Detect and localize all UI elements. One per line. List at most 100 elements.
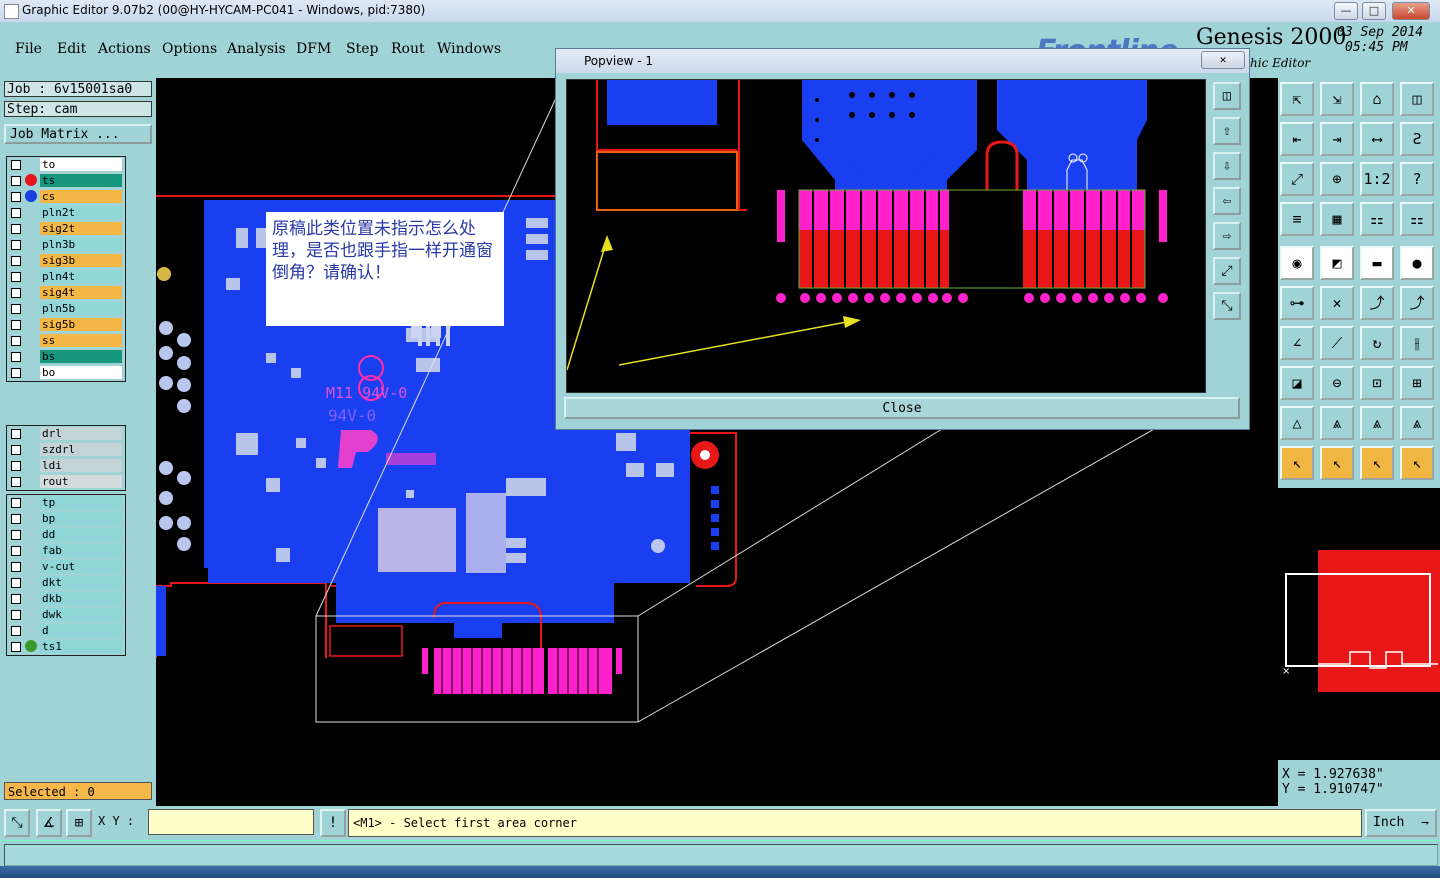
tool-4-0-icon[interactable]: ◉: [1280, 246, 1314, 280]
popview-zoom-icon[interactable]: ◫: [1213, 82, 1241, 110]
layer-checkbox[interactable]: [11, 514, 21, 524]
layer-name[interactable]: ts1: [40, 640, 122, 653]
popview-down-icon[interactable]: ⇩: [1213, 152, 1241, 180]
tool-3-0-icon[interactable]: ≡: [1280, 202, 1314, 236]
popview-zoom-out-icon[interactable]: ⤢: [1213, 257, 1241, 285]
measure-icon[interactable]: ∡: [36, 809, 62, 837]
layer-checkbox[interactable]: [11, 546, 21, 556]
tool-5-1-icon[interactable]: ✕: [1320, 286, 1354, 320]
layer-row-ts1[interactable]: ts1: [7, 639, 125, 655]
tool-2-2-icon[interactable]: 1:2: [1360, 162, 1394, 196]
tool-3-1-icon[interactable]: ▦: [1320, 202, 1354, 236]
layer-checkbox[interactable]: [11, 320, 21, 330]
overview-map[interactable]: ×: [1278, 488, 1440, 760]
popview-titlebar[interactable]: Popview - 1 ✕: [556, 49, 1249, 73]
alert-icon[interactable]: !: [320, 809, 346, 837]
tool-8-2-icon[interactable]: ⩓: [1360, 406, 1394, 440]
layer-name[interactable]: pln4t: [40, 270, 122, 283]
tool-6-2-icon[interactable]: ↻: [1360, 326, 1394, 360]
tool-5-3-icon[interactable]: ⤴: [1400, 286, 1434, 320]
menu-actions[interactable]: Actions: [98, 41, 151, 57]
layer-row-bp[interactable]: bp: [7, 511, 125, 527]
layer-checkbox[interactable]: [11, 562, 21, 572]
tool-1-3-icon[interactable]: Ƨ: [1400, 122, 1434, 156]
layer-name[interactable]: dwk: [40, 608, 122, 621]
tool-8-3-icon[interactable]: ⩓: [1400, 406, 1434, 440]
menu-dfm[interactable]: DFM: [296, 41, 331, 57]
layer-checkbox[interactable]: [11, 352, 21, 362]
layer-row-pln5b[interactable]: pln5b: [7, 301, 125, 317]
tool-0-2-icon[interactable]: ⌂: [1360, 82, 1394, 116]
tool-1-0-icon[interactable]: ⇤: [1280, 122, 1314, 156]
layer-name[interactable]: sig4t: [40, 286, 122, 299]
layer-row-fab[interactable]: fab: [7, 543, 125, 559]
layer-checkbox[interactable]: [11, 176, 21, 186]
tool-7-0-icon[interactable]: ◪: [1280, 366, 1314, 400]
tool-5-0-icon[interactable]: ⊶: [1280, 286, 1314, 320]
xy-input[interactable]: [148, 809, 314, 835]
tool-5-2-icon[interactable]: ⤴: [1360, 286, 1394, 320]
popview-left-icon[interactable]: ⇦: [1213, 187, 1241, 215]
layer-checkbox[interactable]: [11, 461, 21, 471]
tool-7-3-icon[interactable]: ⊞: [1400, 366, 1434, 400]
layer-checkbox[interactable]: [11, 272, 21, 282]
layer-name[interactable]: dkb: [40, 592, 122, 605]
menu-file[interactable]: File: [15, 41, 42, 57]
layer-row-sig2t[interactable]: sig2t: [7, 221, 125, 237]
layer-row-ldi[interactable]: ldi: [7, 458, 125, 474]
menu-rout[interactable]: Rout: [391, 41, 425, 57]
layer-checkbox[interactable]: [11, 160, 21, 170]
tool-3-2-icon[interactable]: ⚏: [1360, 202, 1394, 236]
layer-checkbox[interactable]: [11, 477, 21, 487]
layer-row-ss[interactable]: ss: [7, 333, 125, 349]
layer-row-bo[interactable]: bo: [7, 365, 125, 381]
layer-checkbox[interactable]: [11, 224, 21, 234]
tool-6-3-icon[interactable]: ⫲: [1400, 326, 1434, 360]
tool-0-1-icon[interactable]: ⇲: [1320, 82, 1354, 116]
layer-checkbox[interactable]: [11, 610, 21, 620]
job-matrix-button[interactable]: Job Matrix ...: [4, 124, 152, 144]
tool-1-2-icon[interactable]: ⟷: [1360, 122, 1394, 156]
units-select[interactable]: Inch ⇁: [1365, 809, 1437, 837]
layer-name[interactable]: ss: [40, 334, 122, 347]
tool-1-1-icon[interactable]: ⇥: [1320, 122, 1354, 156]
tool-2-3-icon[interactable]: ?: [1400, 162, 1434, 196]
tool-2-1-icon[interactable]: ⊕: [1320, 162, 1354, 196]
grid-icon[interactable]: ⊞: [66, 809, 92, 837]
layer-name[interactable]: drl: [40, 427, 122, 440]
popview-canvas[interactable]: [566, 79, 1206, 393]
layer-checkbox[interactable]: [11, 368, 21, 378]
layer-row-dd[interactable]: dd: [7, 527, 125, 543]
layer-name[interactable]: ts: [40, 174, 122, 187]
layer-row-v-cut[interactable]: v-cut: [7, 559, 125, 575]
layer-row-rout[interactable]: rout: [7, 474, 125, 490]
layer-name[interactable]: cs: [40, 190, 122, 203]
layer-row-cs[interactable]: cs: [7, 189, 125, 205]
tool-7-2-icon[interactable]: ⊡: [1360, 366, 1394, 400]
tool-3-3-icon[interactable]: ⚏: [1400, 202, 1434, 236]
layer-row-to[interactable]: to: [7, 157, 125, 173]
tool-9-1-icon[interactable]: ↖: [1320, 446, 1354, 480]
layer-row-sig5b[interactable]: sig5b: [7, 317, 125, 333]
layer-row-ts[interactable]: ts: [7, 173, 125, 189]
maximize-button[interactable]: □: [1362, 2, 1386, 20]
layer-name[interactable]: v-cut: [40, 560, 122, 573]
layer-checkbox[interactable]: [11, 256, 21, 266]
layer-name[interactable]: bp: [40, 512, 122, 525]
layer-row-tp[interactable]: tp: [7, 495, 125, 511]
menu-windows[interactable]: Windows: [437, 41, 501, 57]
layer-row-dkt[interactable]: dkt: [7, 575, 125, 591]
menu-step[interactable]: Step: [346, 41, 378, 57]
popview-close-icon[interactable]: ✕: [1201, 51, 1245, 69]
layer-checkbox[interactable]: [11, 594, 21, 604]
tool-9-0-icon[interactable]: ↖: [1280, 446, 1314, 480]
menu-edit[interactable]: Edit: [57, 41, 86, 57]
layer-name[interactable]: tp: [40, 496, 122, 509]
tool-6-1-icon[interactable]: ⟋: [1320, 326, 1354, 360]
tool-0-0-icon[interactable]: ⇱: [1280, 82, 1314, 116]
layer-checkbox[interactable]: [11, 445, 21, 455]
layer-row-pln4t[interactable]: pln4t: [7, 269, 125, 285]
menu-options[interactable]: Options: [162, 41, 217, 57]
tool-8-1-icon[interactable]: ⩓: [1320, 406, 1354, 440]
tool-6-0-icon[interactable]: ∠: [1280, 326, 1314, 360]
